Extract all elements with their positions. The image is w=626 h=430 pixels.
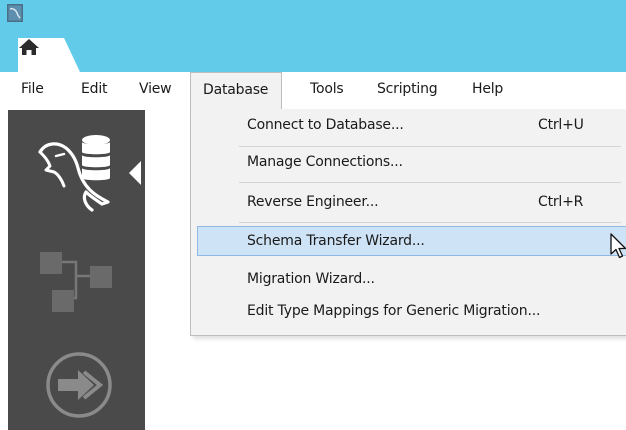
title-bar xyxy=(0,0,626,30)
menu-item-manage-connections[interactable]: Manage Connections... xyxy=(191,147,626,179)
menu-item-label: Migration Wizard... xyxy=(247,271,375,287)
database-menu-dropdown: Connect to Database... Ctrl+U Manage Con… xyxy=(190,109,626,336)
menu-item-connect-to-database[interactable]: Connect to Database... Ctrl+U xyxy=(191,110,626,142)
tab-home[interactable] xyxy=(18,38,80,72)
menu-database[interactable]: Database xyxy=(190,72,283,110)
menu-item-reverse-engineer[interactable]: Reverse Engineer... Ctrl+R xyxy=(191,187,626,219)
menu-bar: File Edit View Database Tools Scripting … xyxy=(0,72,626,110)
menu-file[interactable]: File xyxy=(21,81,44,97)
tab-strip xyxy=(0,30,626,72)
menu-item-schema-transfer-wizard[interactable]: Schema Transfer Wizard... xyxy=(191,226,626,258)
menu-separator xyxy=(239,182,621,183)
menu-view[interactable]: View xyxy=(139,81,172,97)
mouse-cursor-icon xyxy=(610,233,626,259)
migration-icon[interactable] xyxy=(44,350,114,420)
menu-item-shortcut: Ctrl+R xyxy=(538,194,584,210)
mysql-connections-icon[interactable] xyxy=(36,130,116,214)
menu-item-label: Reverse Engineer... xyxy=(247,194,379,210)
menu-item-label: Schema Transfer Wizard... xyxy=(247,233,425,249)
menu-item-label: Connect to Database... xyxy=(247,117,404,133)
menu-tools[interactable]: Tools xyxy=(310,81,344,97)
models-icon[interactable] xyxy=(38,246,114,322)
menu-help[interactable]: Help xyxy=(472,81,503,97)
menu-separator xyxy=(239,222,621,223)
menu-edit[interactable]: Edit xyxy=(81,81,108,97)
menu-item-label: Edit Type Mappings for Generic Migration… xyxy=(247,303,541,319)
mysql-workbench-app-icon[interactable] xyxy=(7,4,23,22)
menu-scripting[interactable]: Scripting xyxy=(377,81,438,97)
workbench-window: File Edit View Database Tools Scripting … xyxy=(0,0,626,430)
home-icon xyxy=(19,39,39,55)
sidebar-selection-notch xyxy=(129,161,141,185)
menu-item-edit-type-mappings[interactable]: Edit Type Mappings for Generic Migration… xyxy=(191,296,626,328)
menu-item-migration-wizard[interactable]: Migration Wizard... xyxy=(191,264,626,296)
menu-item-shortcut: Ctrl+U xyxy=(538,117,584,133)
menu-item-label: Manage Connections... xyxy=(247,154,403,170)
